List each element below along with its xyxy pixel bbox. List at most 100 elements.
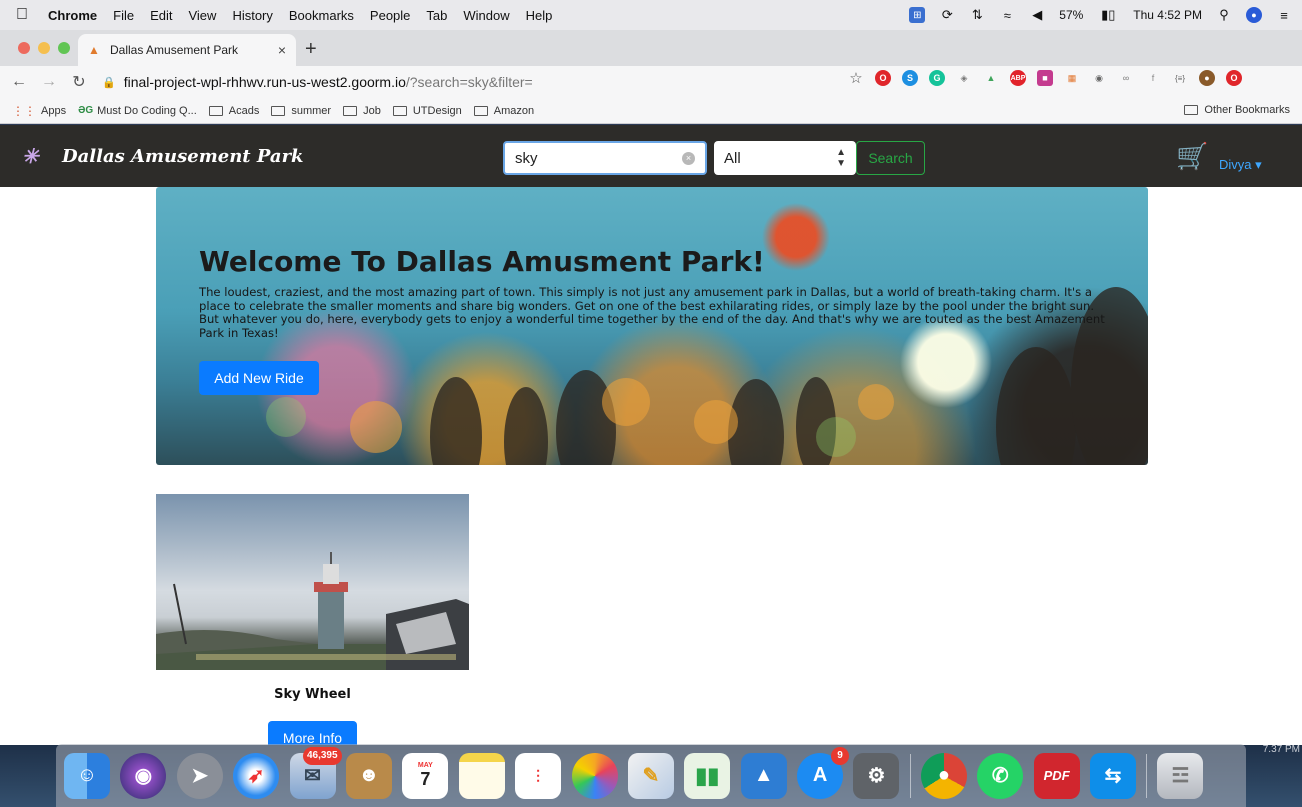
- numbers-icon[interactable]: ▮▮: [684, 752, 731, 799]
- menu-edit[interactable]: Edit: [150, 8, 172, 23]
- notification-center-icon[interactable]: ≡: [1276, 7, 1292, 23]
- add-new-ride-button[interactable]: Add New Ride: [199, 361, 319, 395]
- new-tab-button[interactable]: +: [305, 38, 317, 61]
- bookmark-job[interactable]: Job: [343, 105, 381, 117]
- bluetooth-icon[interactable]: ⇅: [969, 7, 985, 23]
- menu-history[interactable]: History: [232, 8, 272, 23]
- filter-select[interactable]: All ▲ ▼: [714, 141, 856, 175]
- site-brand[interactable]: ✳ Dallas Amusement Park: [22, 143, 304, 169]
- extensions-row: ☆ O S G ◈ ▲ ABP ■ ▦ ◉ ∞ f {≡} ● O: [848, 70, 1242, 87]
- bookmark-summer[interactable]: summer: [271, 105, 331, 117]
- menu-view[interactable]: View: [188, 8, 216, 23]
- menu-help[interactable]: Help: [526, 8, 553, 23]
- lock-icon[interactable]: 🔒: [102, 76, 116, 89]
- battery-percent[interactable]: 57%: [1059, 8, 1083, 22]
- chrome-icon[interactable]: ●: [920, 752, 967, 799]
- bookmark-coding[interactable]: ƏG Must Do Coding Q...: [78, 105, 197, 117]
- app-store-icon[interactable]: A 9: [797, 746, 850, 799]
- folder-icon: [208, 105, 223, 116]
- json-extension-icon[interactable]: {≡}: [1172, 70, 1188, 86]
- finder-icon[interactable]: ☺: [64, 752, 110, 799]
- bookmark-utdesign[interactable]: UTDesign: [392, 104, 462, 117]
- bookmark-apps[interactable]: ⋮⋮ Apps: [12, 104, 66, 118]
- teamviewer-icon[interactable]: ⇆: [1090, 752, 1137, 799]
- bookmark-amazon[interactable]: Amazon: [473, 105, 534, 117]
- bookmark-label: UTDesign: [412, 104, 462, 117]
- siri-icon[interactable]: ●: [1246, 7, 1262, 23]
- calendar-icon[interactable]: MAY 7: [402, 752, 449, 799]
- bookmark-other[interactable]: Other Bookmarks: [1184, 104, 1290, 116]
- wifi-icon[interactable]: ≈: [999, 7, 1015, 23]
- ride-card-image[interactable]: [156, 494, 469, 670]
- shopping-cart-icon[interactable]: 🛒: [1176, 143, 1208, 169]
- folder-icon: [343, 105, 358, 116]
- fireworks-logo-icon: ✳: [22, 144, 39, 168]
- adblock-extension-icon[interactable]: ABP: [1010, 70, 1026, 86]
- spotlight-search-icon[interactable]: ⚲: [1216, 7, 1232, 23]
- opera-extension-icon[interactable]: O: [875, 70, 891, 86]
- circle-extension-icon[interactable]: ◉: [1091, 70, 1107, 86]
- photos-icon[interactable]: [571, 752, 618, 799]
- zoom-window-button[interactable]: [58, 42, 70, 54]
- menubar-clock[interactable]: Thu 4:52 PM: [1133, 8, 1202, 22]
- bookmark-acads[interactable]: Acads: [208, 105, 259, 117]
- menu-file[interactable]: File: [113, 8, 134, 23]
- search-button[interactable]: Search: [856, 141, 925, 175]
- preview-icon[interactable]: ✎: [627, 752, 674, 799]
- mail-icon[interactable]: ✉ 46,395: [289, 746, 342, 799]
- font-extension-icon[interactable]: f: [1145, 70, 1161, 86]
- keynote-icon[interactable]: ▲: [740, 752, 787, 799]
- reminders-icon[interactable]: ⋮: [515, 752, 562, 799]
- sync-icon[interactable]: ⟳: [939, 7, 955, 23]
- opera-extension-icon-2[interactable]: O: [1226, 70, 1242, 86]
- address-bar[interactable]: 🔒 final-project-wpl-rhhwv.run-us-west2.g…: [102, 70, 862, 94]
- bookmark-star-icon[interactable]: ☆: [848, 70, 864, 87]
- brand-name: Dallas Amusement Park: [62, 145, 304, 167]
- system-preferences-icon[interactable]: ⚙: [853, 752, 900, 799]
- webpage: ✳ Dallas Amusement Park sky × All ▲ ▼ Sea…: [0, 125, 1302, 745]
- apple-menu-icon[interactable]: : [16, 6, 34, 24]
- minimize-window-button[interactable]: [38, 42, 50, 54]
- menu-bookmarks[interactable]: Bookmarks: [289, 8, 354, 23]
- trash-icon[interactable]: ☲: [1157, 752, 1204, 799]
- pdf-app-icon[interactable]: PDF: [1033, 752, 1080, 799]
- menu-tab[interactable]: Tab: [426, 8, 447, 23]
- search-input[interactable]: sky ×: [503, 141, 707, 175]
- search-input-value: sky: [515, 149, 538, 167]
- siri-dock-icon[interactable]: ◉: [120, 752, 167, 799]
- launchpad-icon[interactable]: ➤: [176, 752, 223, 799]
- mask-extension-icon[interactable]: ◈: [956, 70, 972, 86]
- skype-extension-icon[interactable]: S: [902, 70, 918, 86]
- color-extension-icon[interactable]: ■: [1037, 70, 1053, 86]
- active-tab[interactable]: ▲ Dallas Amusement Park ×: [78, 34, 296, 66]
- save-extension-icon[interactable]: ▲: [983, 70, 999, 86]
- clear-search-icon[interactable]: ×: [682, 151, 695, 165]
- screen-capture-icon[interactable]: ⊞: [909, 7, 926, 23]
- volume-icon[interactable]: ◀: [1029, 7, 1045, 23]
- url-host: final-project-wpl-rhhwv.run-us-west2.goo…: [123, 74, 406, 90]
- notes-icon[interactable]: [458, 752, 505, 799]
- hero-title: Welcome To Dallas Amusment Park!: [199, 245, 765, 278]
- menu-people[interactable]: People: [370, 8, 410, 23]
- close-window-button[interactable]: [18, 42, 30, 54]
- grid-extension-icon[interactable]: ▦: [1064, 70, 1080, 86]
- forward-arrow-icon[interactable]: →: [38, 73, 60, 91]
- safari-icon[interactable]: ➶: [233, 752, 280, 799]
- folder-icon: [473, 105, 488, 116]
- user-dropdown[interactable]: Divya ▾: [1219, 157, 1262, 173]
- close-tab-icon[interactable]: ×: [278, 42, 286, 58]
- profile-avatar-icon[interactable]: ●: [1199, 70, 1215, 86]
- user-name: Divya: [1219, 157, 1252, 172]
- contacts-icon[interactable]: ☻: [345, 752, 392, 799]
- reload-icon[interactable]: ↻: [68, 72, 90, 92]
- folder-icon: [271, 105, 286, 116]
- whatsapp-icon[interactable]: ✆: [977, 752, 1024, 799]
- back-arrow-icon[interactable]: ←: [8, 73, 30, 91]
- grammarly-extension-icon[interactable]: G: [929, 70, 945, 86]
- battery-icon[interactable]: ▮▯: [1097, 7, 1119, 23]
- menu-app-chrome[interactable]: Chrome: [48, 8, 97, 23]
- menu-window[interactable]: Window: [463, 8, 509, 23]
- link-extension-icon[interactable]: ∞: [1118, 70, 1134, 86]
- gfg-icon: ƏG: [78, 105, 94, 116]
- more-info-button[interactable]: More Info: [268, 721, 357, 745]
